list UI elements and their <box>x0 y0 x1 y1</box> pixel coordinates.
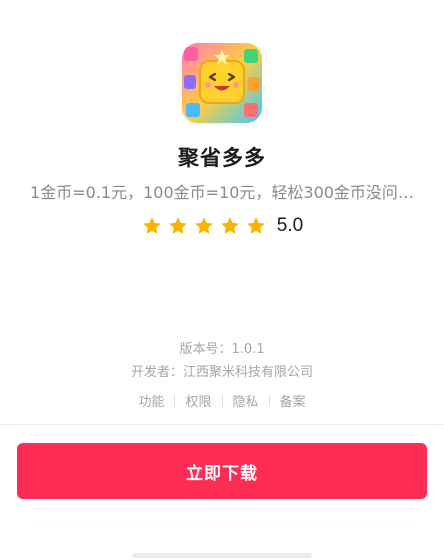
app-download-page: 聚省多多 1金币=0.1元，100金币=10元，轻松300金币没问… 5.0 版… <box>0 0 444 560</box>
star-icon <box>221 217 239 234</box>
link-privacy[interactable]: 隐私 <box>223 391 269 410</box>
app-name: 聚省多多 <box>178 146 266 170</box>
app-icon <box>182 43 262 123</box>
star-icon <box>247 217 265 234</box>
star-icon <box>195 217 213 234</box>
app-description: 1金币=0.1元，100金币=10元，轻松300金币没问… <box>30 183 414 202</box>
info-links: 功能 权限 隐私 备案 <box>0 391 444 410</box>
rating: 5.0 <box>0 215 444 237</box>
rating-score: 5.0 <box>276 215 304 236</box>
link-features[interactable]: 功能 <box>128 391 174 410</box>
link-filing[interactable]: 备案 <box>270 391 316 410</box>
star-icon <box>169 217 187 234</box>
developer-info: 开发者：江西聚米科技有限公司 <box>130 365 313 380</box>
download-button[interactable]: 立即下载 <box>17 443 427 499</box>
section-divider <box>0 424 444 425</box>
link-permissions[interactable]: 权限 <box>175 391 221 410</box>
version-info: 版本号：1.0.1 <box>179 342 265 357</box>
star-icon <box>143 217 161 234</box>
home-indicator <box>132 553 312 558</box>
